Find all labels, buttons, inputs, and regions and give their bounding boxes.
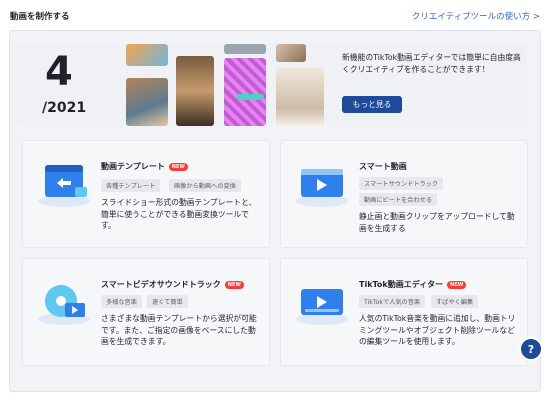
card-title: TikTok動画エディター NEW: [359, 279, 467, 290]
video-editor-icon: [293, 277, 351, 327]
collage-photo: [126, 78, 168, 126]
collage-photo: [236, 94, 264, 100]
smart-video-icon: [293, 159, 351, 209]
banner-photo-collage: [126, 44, 333, 126]
page-title: 動画を制作する: [10, 12, 70, 22]
feature-tag: 各種テンプレート: [101, 179, 161, 192]
card-description: スライドショー形式の動画テンプレートと、簡単に使うことができる動画変換ツールです…: [101, 198, 257, 231]
card-description: 静止画と動画クリップをアップロードして動画を生成する: [359, 212, 515, 233]
new-badge: NEW: [224, 280, 244, 289]
feature-tag: 動画にビートを合わせる: [359, 193, 438, 206]
collage-photo: [224, 44, 266, 54]
card-title: スマートビデオサウンドトラック NEW: [101, 279, 244, 290]
card-title: 動画テンプレート NEW: [101, 161, 188, 172]
collage-photo: [224, 58, 266, 126]
card-smart-video[interactable]: スマート動画 スマートサウンドトラック 動画にビートを合わせる 静止画と動画クリ…: [280, 140, 528, 248]
banner-date-number: 4: [45, 49, 73, 95]
new-badge: NEW: [447, 280, 467, 289]
see-more-button[interactable]: もっと見る: [342, 96, 402, 113]
help-icon[interactable]: ?: [519, 337, 543, 361]
feature-tag: すばやく編集: [431, 295, 479, 308]
card-video-template[interactable]: 動画テンプレート NEW 各種テンプレート 画像から動画への変換 スライドショー形…: [22, 140, 270, 248]
new-badge: NEW: [168, 162, 188, 171]
card-description: 人気のTikTok音楽を動画に追加し、動画トリミングツールやオブジェクト削除ツー…: [359, 314, 516, 347]
collage-photo: [126, 44, 168, 66]
banner-description: 新機能のTikTok動画エディターでは簡単に自由度高くクリエイティブを作ることが…: [342, 53, 521, 74]
feature-banner[interactable]: 4 /2021 新機能のTikTok動画エディターでは簡単に自由度高くクリエイテ…: [16, 44, 527, 126]
template-icon: [35, 159, 93, 209]
card-title: スマート動画: [359, 162, 407, 171]
feature-tag: 多様な音楽: [101, 295, 142, 308]
feature-tag: 速くて簡単: [147, 295, 188, 308]
card-tiktok-video-editor[interactable]: TikTok動画エディター NEW TikTokで人気の音楽 すばやく編集 人気の…: [280, 258, 528, 366]
card-smart-video-soundtrack[interactable]: スマートビデオサウンドトラック NEW 多様な音楽 速くて簡単 さまざまな動画テン…: [22, 258, 270, 366]
banner-date-year: /2021: [42, 100, 87, 116]
feature-tag: スマートサウンドトラック: [359, 177, 444, 190]
feature-tag: TikTokで人気の音楽: [359, 295, 426, 308]
soundtrack-icon: [35, 277, 93, 327]
card-description: さまざまな動画テンプレートから選択が可能です。また、ご指定の画像をベースにした動…: [101, 314, 257, 347]
feature-tag: 画像から動画への変換: [169, 179, 241, 192]
collage-photo: [276, 68, 324, 126]
banner-date: 4 /2021: [16, 44, 126, 126]
collage-photo: [176, 56, 214, 126]
creative-tools-guide-link[interactable]: クリエイティブツールの使い方 >: [412, 10, 540, 22]
collage-photo: [276, 44, 306, 62]
